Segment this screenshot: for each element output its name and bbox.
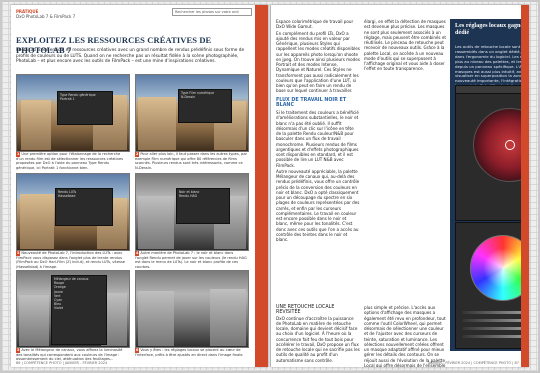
caption-6: 6 Vous y êtes : les réglages locaux se pl… <box>135 348 247 357</box>
column-c-bottom: plus simple et précise. L'accès aux opti… <box>364 305 446 367</box>
paragraph: plus simple et précise. L'accès aux opti… <box>364 305 446 367</box>
panel-3-value: Hasselblad <box>58 194 76 199</box>
building <box>20 194 54 249</box>
category-strip <box>255 5 268 367</box>
photo-3: Rendu LUTs Hasselblad <box>16 173 130 251</box>
column-a: Espace colorimétrique de travail pour Dx… <box>276 19 360 243</box>
column-b: élargi, en effet la détection de masques… <box>364 19 446 73</box>
ui-panel-1: Type Rendu générique Portrait 1 <box>57 91 113 125</box>
screenshot-local-adjustments <box>455 85 529 221</box>
building <box>210 289 246 346</box>
kicker-subtitle: DxO PhotoLab 7 & FilmPack 7 <box>16 14 76 19</box>
photo-2: Type Film numérique N-Dessin <box>135 74 249 152</box>
sidebar-box: Les réglages locaux gagnent un onglet dé… <box>450 19 529 351</box>
section-heading: UNE RETOUCHE LOCALE REVISITÉE <box>276 305 335 316</box>
slider <box>462 319 529 322</box>
photo-6 <box>135 270 249 348</box>
caption-text: Pour aller plus loin, il faut passer dan… <box>135 152 248 170</box>
slider <box>462 335 529 338</box>
magazine-spread: PRATIQUE DxO PhotoLab 7 & FilmPack 7 Rec… <box>2 2 538 371</box>
paragraph: Espace colorimétrique de travail pour Dx… <box>276 19 354 30</box>
paragraph: élargi, en effet la détection de masques… <box>364 19 446 72</box>
caption-2: 2 Pour aller plus loin, il faut passer da… <box>135 152 247 170</box>
left-page: PRATIQUE DxO PhotoLab 7 & FilmPack 7 Rec… <box>11 5 268 367</box>
paragraph: DxO continue d'accroître la puissance de… <box>276 315 360 363</box>
ui-panel-4: Noir et blanc Rendu HAG <box>176 188 230 224</box>
panel-5-row: Violet <box>54 306 64 311</box>
left-footer: 86 | COMPÉTENCE PHOTO | JANVIER - FÉVRIE… <box>16 361 108 365</box>
column-a-bottom: UNE RETOUCHE LOCALE REVISITÉE DxO contin… <box>276 305 360 363</box>
photo-4: Noir et blanc Rendu HAG <box>135 173 249 251</box>
caption-1: 1 Une première option pour l'étalonnage d… <box>16 152 128 170</box>
building <box>138 97 176 150</box>
ui-panel-5: Mélangeur de canaux Rouge Orange Jaune V… <box>51 275 107 345</box>
screenshot-colorwheel <box>455 222 529 349</box>
caption-5: 5 Avec le Mélangeur de canaux, vous affin… <box>16 348 128 362</box>
caption-text: Autre manière de PhotoLab 7 : le noir et… <box>135 251 247 269</box>
photo-1: Type Rendu générique Portrait 1 <box>16 74 130 152</box>
caption-3: 3 Nouveauté de PhotoLab 7, l'introduction… <box>16 251 128 269</box>
caption-4: 4 Autre manière de PhotoLab 7 : le noir e… <box>135 251 247 269</box>
caption-text: Une première option pour l'étalonnage de… <box>16 152 124 170</box>
caption-text: Nouveauté de PhotoLab 7, l'introduction … <box>16 251 126 269</box>
slider <box>462 327 529 330</box>
sidebar-headline: Les réglages locaux gagnent un onglet dé… <box>455 22 529 36</box>
caption-text: Avec le Mélangeur de canaux, vous affine… <box>16 348 123 362</box>
caption-text: Vous y êtes : les réglages locaux se pla… <box>135 348 244 357</box>
panel-2-value: N-Dessin <box>181 95 196 100</box>
section-heading: FLUX DE TRAVAIL NOIR ET BLANC <box>276 97 347 108</box>
search-strip: Rechercher les photos sur votre ordi <box>172 8 252 16</box>
building <box>138 196 174 249</box>
right-footer: JANVIER - FÉVRIER 2024 | COMPÉTENCE PHOT… <box>427 361 519 365</box>
building <box>21 100 51 150</box>
app-toolbar <box>456 86 529 94</box>
panel-4-value: Rendu HAG <box>179 194 198 199</box>
ui-panel-3: Rendu LUTs Hasselblad <box>55 188 113 226</box>
paragraph: Si le traitement des couleurs a bénéfici… <box>276 110 359 168</box>
kicker: PRATIQUE DxO PhotoLab 7 & FilmPack 7 <box>16 9 75 19</box>
paragraph: En complément du profil LTs, DxO a ajout… <box>276 30 360 94</box>
panel-1-value: Portrait 1 <box>60 97 75 102</box>
building <box>138 291 174 346</box>
photo-5: Mélangeur de canaux Rouge Orange Jaune V… <box>16 270 130 348</box>
building <box>19 295 49 346</box>
right-page: Espace colorimétrique de travail pour Dx… <box>271 5 529 367</box>
ui-panel-2: Type Film numérique N-Dessin <box>178 89 232 123</box>
intro-paragraph: PhotoLab a été enrichi en ressources cré… <box>16 48 245 65</box>
paragraph: Autre nouveauté appréciable, la palette … <box>276 168 360 242</box>
slider <box>462 311 529 314</box>
category-strip <box>521 5 529 367</box>
